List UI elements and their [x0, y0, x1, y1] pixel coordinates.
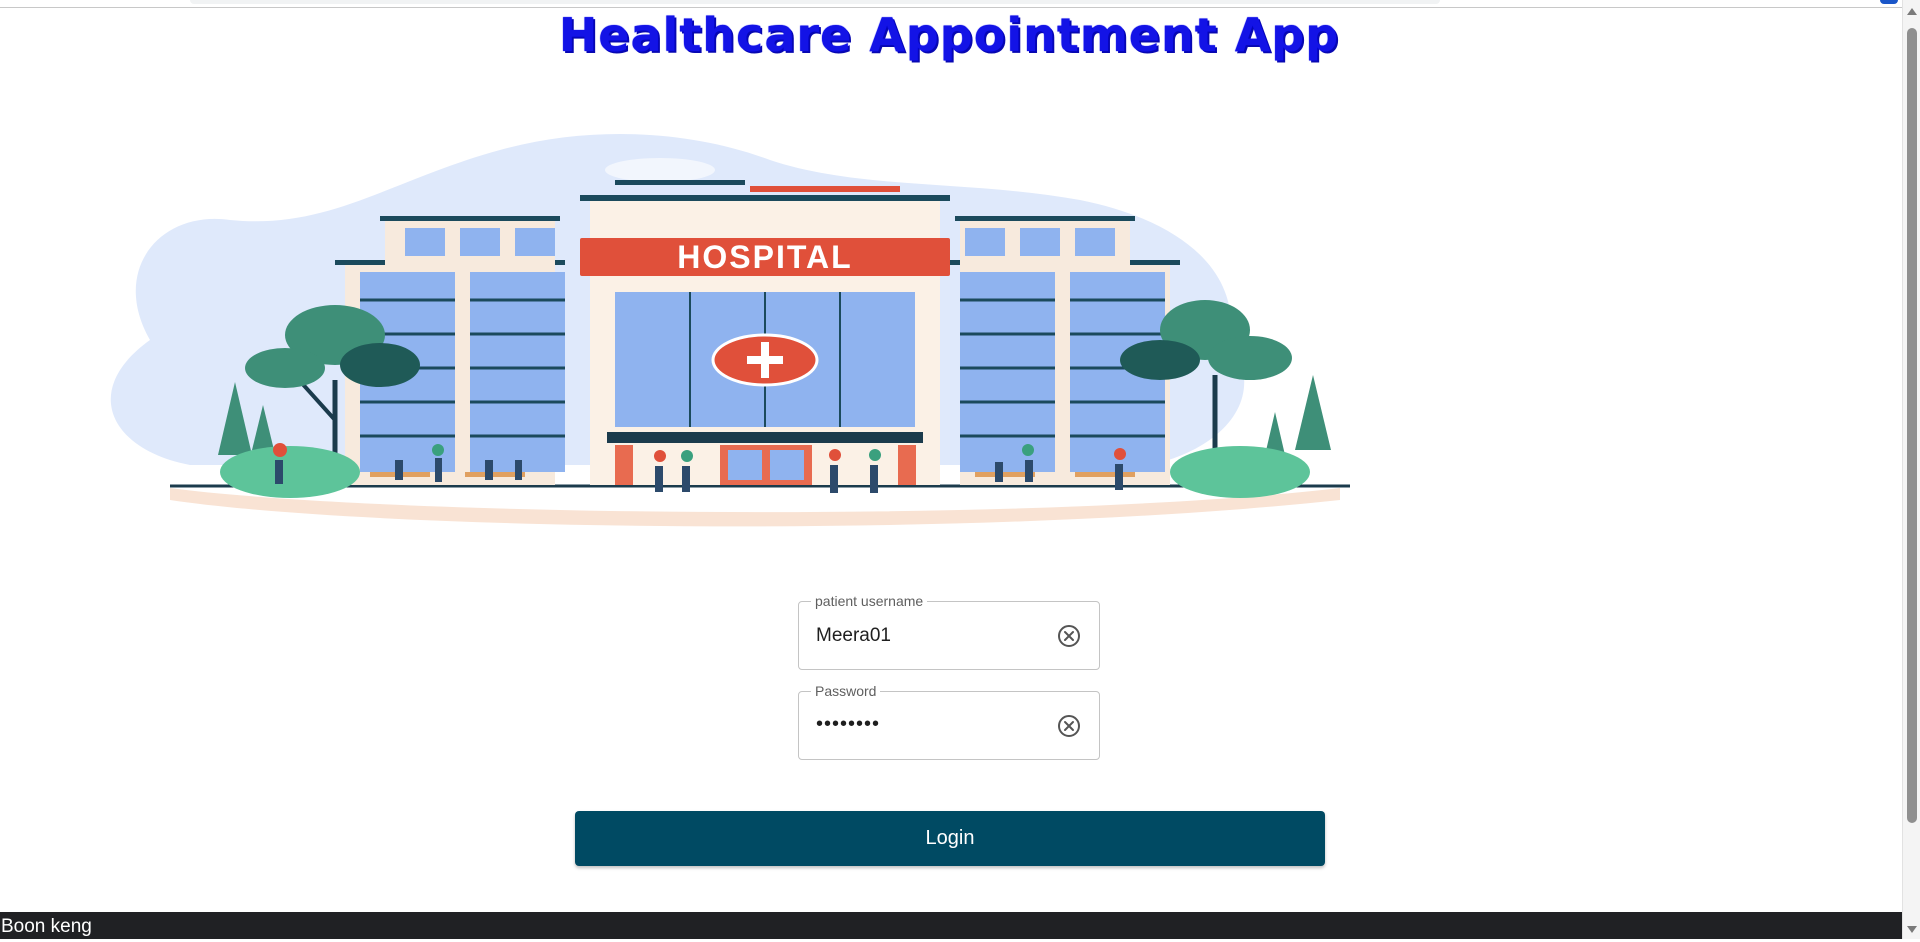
page-title: Healthcare Appointment App	[558, 8, 1340, 62]
username-value[interactable]: Meera01	[816, 624, 891, 648]
login-button[interactable]: Login	[575, 811, 1325, 866]
footer-text: Boon keng	[1, 916, 92, 937]
address-bar-edge	[190, 0, 1440, 4]
password-value[interactable]: ••••••••	[816, 712, 880, 736]
hospital-sign: HOSPITAL	[677, 239, 852, 275]
clear-icon[interactable]	[1057, 714, 1081, 738]
clear-icon[interactable]	[1057, 624, 1081, 648]
scrollbar[interactable]	[1902, 0, 1920, 939]
username-label: patient username	[811, 593, 928, 609]
password-label: Password	[811, 683, 881, 699]
browser-top-strip	[0, 0, 1902, 8]
password-field[interactable]: Password ••••••••	[798, 683, 1100, 760]
profile-icon[interactable]	[1880, 0, 1898, 4]
scroll-up-icon[interactable]	[1907, 8, 1917, 15]
footer-bar: Boon keng	[0, 912, 1903, 939]
hospital-illustration: HOSPITAL	[110, 133, 1350, 527]
scrollbar-thumb[interactable]	[1907, 28, 1917, 823]
scroll-down-icon[interactable]	[1907, 926, 1917, 933]
username-field[interactable]: patient username Meera01	[798, 593, 1100, 670]
